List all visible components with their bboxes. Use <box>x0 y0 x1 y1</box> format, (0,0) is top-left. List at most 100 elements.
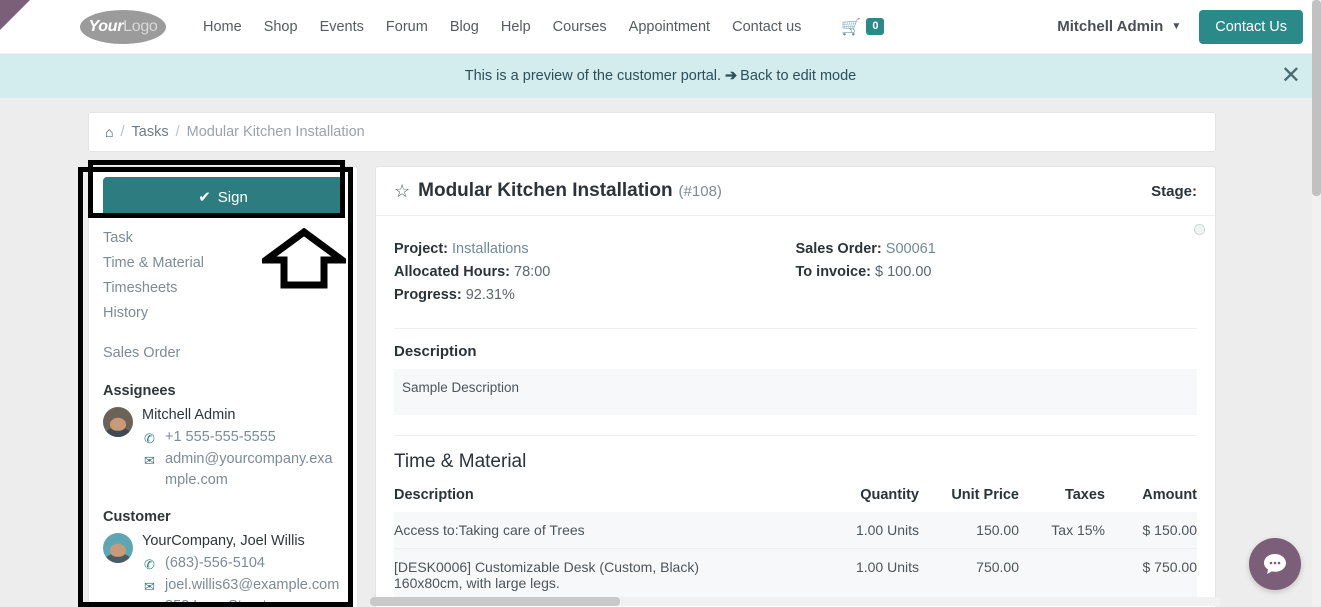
sidebar-item-timesheets[interactable]: Timesheets <box>103 276 343 301</box>
logo-text-primary: Your <box>88 18 123 36</box>
description-heading: Description <box>394 343 1197 360</box>
chat-bubble-icon <box>1263 553 1287 575</box>
cell-description: Access to:Taking care of Trees <box>394 512 811 549</box>
vertical-scrollbar-thumb[interactable] <box>1312 0 1321 196</box>
preview-banner: This is a preview of the customer portal… <box>0 54 1321 98</box>
customer-phone-value: (683)-556-5104 <box>165 553 265 575</box>
nav-item-home[interactable]: Home <box>192 13 253 41</box>
fact-project-value[interactable]: Installations <box>452 241 529 257</box>
corner-ribbon <box>0 0 30 30</box>
sidebar-item-time-material[interactable]: Time & Material <box>103 251 343 276</box>
table-row: Access to:Taking care of Trees 1.00 Unit… <box>394 512 1197 549</box>
task-facts: Project: Installations Allocated Hours: … <box>394 238 1197 308</box>
fact-progress-label: Progress: <box>394 287 462 303</box>
nav-item-appointment[interactable]: Appointment <box>618 13 721 41</box>
assignee-email[interactable]: ✉ admin@yourcompany.example.com <box>142 449 343 493</box>
sidebar-item-task[interactable]: Task <box>103 226 343 251</box>
nav-item-events[interactable]: Events <box>309 13 375 41</box>
user-menu-label: Mitchell Admin <box>1057 18 1163 35</box>
breadcrumb-item-current: Modular Kitchen Installation <box>187 124 365 140</box>
user-menu[interactable]: Mitchell Admin ▼ <box>1057 18 1181 35</box>
header-right-group: Mitchell Admin ▼ Contact Us <box>1057 10 1303 44</box>
avatar <box>103 407 133 437</box>
task-number: (#108) <box>679 183 722 200</box>
breadcrumb-separator-2: / <box>176 124 180 140</box>
column-header-description: Description <box>394 481 811 512</box>
avatar <box>103 533 133 563</box>
fact-sales-order-value[interactable]: S00061 <box>886 241 936 257</box>
logo-text-secondary: Logo <box>123 18 157 36</box>
task-facts-right: Sales Order: S00061 To invoice: $ 100.00 <box>796 238 1198 308</box>
star-icon[interactable]: ☆ <box>394 181 410 202</box>
stage-label: Stage: <box>1151 183 1197 200</box>
cell-quantity: 1.00 Units <box>811 512 919 549</box>
fact-sales-order-label: Sales Order: <box>796 241 882 257</box>
cell-unit-price: 750.00 <box>919 548 1019 601</box>
vertical-scrollbar[interactable] <box>1312 0 1321 606</box>
envelope-icon: ✉ <box>142 577 157 597</box>
phone-icon: ✆ <box>142 429 157 449</box>
sidebar-links: Task Time & Material Timesheets History … <box>103 226 343 366</box>
page-body: ⌂ / Tasks / Modular Kitchen Installation… <box>0 98 1321 606</box>
nav-item-courses[interactable]: Courses <box>542 13 618 41</box>
envelope-icon: ✉ <box>142 451 157 471</box>
site-logo[interactable]: YourLogo <box>80 10 166 44</box>
fact-to-invoice-value: $ 100.00 <box>875 264 931 280</box>
fact-to-invoice-label: To invoice: <box>796 264 871 280</box>
table-body: Access to:Taking care of Trees 1.00 Unit… <box>394 512 1197 607</box>
assignee-name: Mitchell Admin <box>142 405 343 427</box>
cell-amount: $ 150.00 <box>1105 512 1197 549</box>
nav-item-contact-us[interactable]: Contact us <box>721 13 812 41</box>
customer-info: YourCompany, Joel Willis ✆ (683)-556-510… <box>142 531 339 607</box>
customer-name: YourCompany, Joel Willis <box>142 531 339 553</box>
main-navigation: Home Shop Events Forum Blog Help Courses… <box>192 11 895 43</box>
back-to-edit-mode-link[interactable]: Back to edit mode <box>740 68 856 84</box>
horizontal-scrollbar[interactable] <box>370 597 1220 606</box>
nav-item-blog[interactable]: Blog <box>439 13 490 41</box>
chat-bubble-button[interactable] <box>1249 538 1301 590</box>
task-detail-card: ☆ Modular Kitchen Installation (#108) St… <box>375 166 1216 607</box>
column-header-unit-price: Unit Price <box>919 481 1019 512</box>
cell-unit-price: 150.00 <box>919 512 1019 549</box>
horizontal-scrollbar-thumb[interactable] <box>370 597 620 606</box>
fact-progress-value: 92.31% <box>466 287 515 303</box>
fact-allocated-hours-label: Allocated Hours: <box>394 264 510 280</box>
fact-project: Project: Installations <box>394 238 796 261</box>
description-text: Sample Description <box>394 369 1197 415</box>
column-header-taxes: Taxes <box>1019 481 1105 512</box>
assignee-info: Mitchell Admin ✆ +1 555-555-5555 ✉ admin… <box>142 405 343 492</box>
customer-heading: Customer <box>103 509 343 525</box>
page-title: Modular Kitchen Installation <box>418 180 672 202</box>
contact-us-button[interactable]: Contact Us <box>1199 10 1303 44</box>
cart-link[interactable]: 🛒 0 <box>830 11 895 43</box>
sidebar-item-sales-order[interactable]: Sales Order <box>103 341 343 366</box>
close-icon[interactable]: ✕ <box>1281 64 1301 88</box>
customer-email[interactable]: ✉ joel.willis63@example.com <box>142 575 339 597</box>
cart-count-badge: 0 <box>866 18 884 34</box>
home-icon[interactable]: ⌂ <box>105 124 113 140</box>
fact-progress: Progress: 92.31% <box>394 284 796 307</box>
assignee-phone[interactable]: ✆ +1 555-555-5555 <box>142 427 343 449</box>
customer-address-value: 858 Lynn Street <box>165 596 267 607</box>
column-header-quantity: Quantity <box>811 481 919 512</box>
phone-icon: ✆ <box>142 555 157 575</box>
preview-banner-message: This is a preview of the customer portal… <box>465 68 721 84</box>
fact-allocated-hours: Allocated Hours: 78:00 <box>394 261 796 284</box>
cell-taxes <box>1019 548 1105 601</box>
breadcrumb-item-tasks[interactable]: Tasks <box>132 124 169 140</box>
assignee-entry: Mitchell Admin ✆ +1 555-555-5555 ✉ admin… <box>103 405 343 492</box>
nav-item-help[interactable]: Help <box>490 13 542 41</box>
fact-to-invoice: To invoice: $ 100.00 <box>796 261 1198 284</box>
sign-button[interactable]: ✔ Sign <box>103 177 343 217</box>
customer-phone[interactable]: ✆ (683)-556-5104 <box>142 553 339 575</box>
cart-icon: 🛒 <box>841 17 861 37</box>
nav-item-forum[interactable]: Forum <box>375 13 439 41</box>
site-header: YourLogo Home Shop Events Forum Blog Hel… <box>0 0 1321 54</box>
sign-button-label: Sign <box>218 189 248 206</box>
sidebar-item-history[interactable]: History <box>103 301 343 326</box>
divider <box>394 328 1197 329</box>
task-card-body: Project: Installations Allocated Hours: … <box>376 216 1215 607</box>
cell-amount: $ 750.00 <box>1105 548 1197 601</box>
fact-sales-order: Sales Order: S00061 <box>796 238 1198 261</box>
nav-item-shop[interactable]: Shop <box>253 13 309 41</box>
